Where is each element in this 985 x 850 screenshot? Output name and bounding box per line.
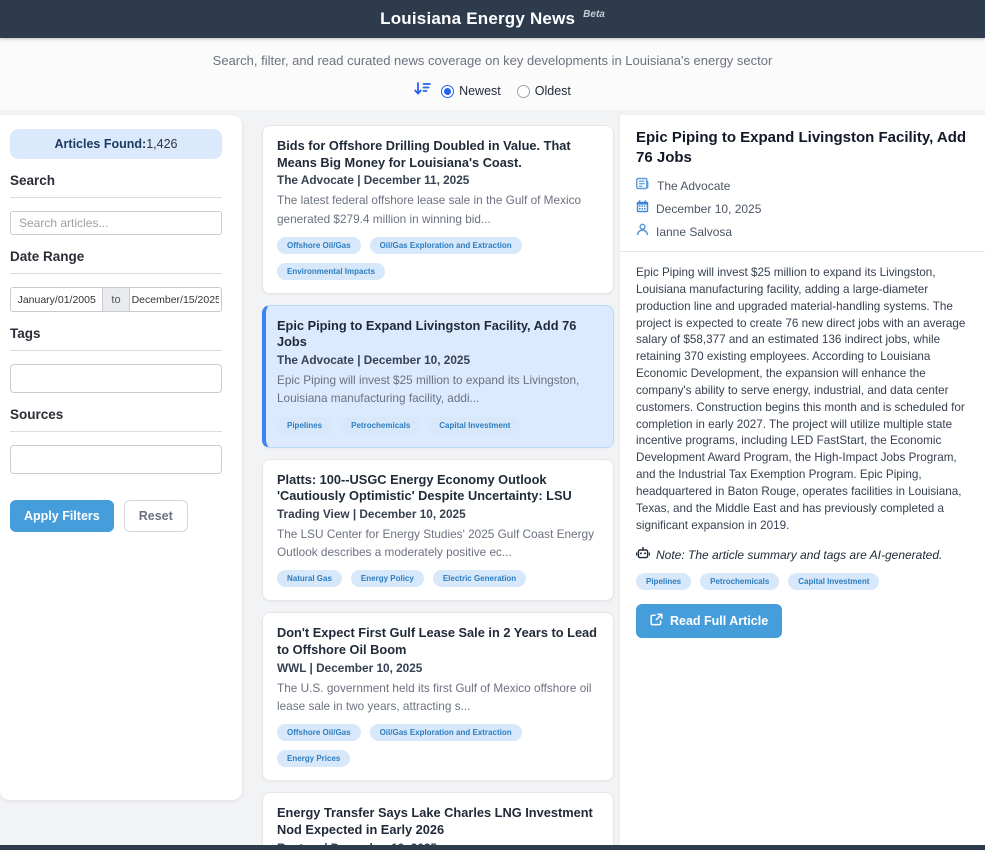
tag-pill: Energy Policy — [351, 570, 424, 587]
detail-author: Ianne Salvosa — [656, 225, 732, 239]
apply-filters-button[interactable]: Apply Filters — [10, 500, 114, 532]
date-range-heading: Date Range — [10, 249, 222, 264]
tags-heading: Tags — [10, 326, 222, 341]
page-subtitle: Search, filter, and read curated news co… — [0, 53, 985, 68]
article-card-title: Platts: 100--USGC Energy Economy Outlook… — [277, 472, 599, 505]
tag-pill: Oil/Gas Exploration and Extraction — [370, 724, 522, 741]
reset-button[interactable]: Reset — [124, 500, 188, 532]
app-title: Louisiana Energy News — [380, 9, 575, 29]
sort-newest-label: Newest — [459, 84, 501, 98]
detail-tags: Pipelines Petrochemicals Capital Investmen… — [636, 573, 969, 590]
sort-controls: Newest Oldest — [0, 81, 985, 101]
article-card-source-date: The Advocate | December 11, 2025 — [277, 173, 599, 187]
article-card-title: Don't Expect First Gulf Lease Sale in 2 … — [277, 625, 599, 658]
sort-oldest-radio[interactable]: Oldest — [517, 84, 571, 98]
sub-header: Search, filter, and read curated news co… — [0, 38, 985, 110]
external-link-icon — [650, 613, 663, 629]
tag-pill: Petrochemicals — [700, 573, 779, 590]
article-card-tags: Offshore Oil/Gas Oil/Gas Exploration and … — [277, 724, 599, 767]
sort-radio-group: Newest Oldest — [441, 84, 571, 98]
divider — [10, 350, 222, 351]
sources-heading: Sources — [10, 407, 222, 422]
tag-pill: Offshore Oil/Gas — [277, 724, 361, 741]
sources-input[interactable] — [10, 445, 222, 474]
date-to-input[interactable] — [130, 287, 222, 312]
article-card[interactable]: Don't Expect First Gulf Lease Sale in 2 … — [262, 612, 614, 781]
ai-note-text: Note: The article summary and tags are A… — [656, 548, 942, 562]
tag-pill: Environmental Impacts — [277, 263, 385, 280]
date-separator-label: to — [102, 287, 129, 312]
article-card-snippet: The latest federal offshore lease sale i… — [277, 191, 599, 228]
sort-newest-radio[interactable]: Newest — [441, 84, 501, 98]
article-card[interactable]: Platts: 100--USGC Energy Economy Outlook… — [262, 459, 614, 602]
tag-pill: Capital Investment — [788, 573, 879, 590]
tag-pill: Petrochemicals — [341, 417, 420, 434]
tag-pill: Energy Prices — [277, 750, 350, 767]
robot-icon — [636, 546, 650, 564]
article-card-title: Bids for Offshore Drilling Doubled in Va… — [277, 138, 599, 171]
article-card-snippet: Epic Piping will invest $25 million to e… — [277, 371, 599, 408]
sort-oldest-label: Oldest — [535, 84, 571, 98]
date-from-input[interactable] — [10, 287, 102, 312]
read-full-article-button[interactable]: Read Full Article — [636, 604, 782, 638]
article-card[interactable]: Energy Transfer Says Lake Charles LNG In… — [262, 792, 614, 850]
article-list[interactable]: Bids for Offshore Drilling Doubled in Va… — [248, 115, 620, 850]
filter-sidebar: Articles Found:1,426 Search Date Range t… — [0, 115, 242, 800]
tag-pill: Electric Generation — [433, 570, 526, 587]
article-detail-panel: Epic Piping to Expand Livingston Facilit… — [620, 115, 985, 845]
tag-pill: Capital Investment — [429, 417, 520, 434]
calendar-icon — [636, 200, 649, 218]
divider — [10, 273, 222, 274]
article-card-snippet: The U.S. government held its first Gulf … — [277, 679, 599, 716]
newspaper-icon — [636, 177, 650, 195]
tag-pill: Natural Gas — [277, 570, 342, 587]
article-card-source-date: WWL | December 10, 2025 — [277, 661, 599, 675]
divider — [10, 197, 222, 198]
ai-note: Note: The article summary and tags are A… — [636, 546, 969, 564]
detail-title: Epic Piping to Expand Livingston Facilit… — [636, 128, 969, 167]
article-card[interactable]: Epic Piping to Expand Livingston Facilit… — [262, 305, 614, 448]
articles-found-value: 1,426 — [146, 137, 177, 151]
divider — [10, 431, 222, 432]
date-range-group: to — [10, 287, 222, 312]
footer-strip — [0, 845, 985, 850]
radio-checked-icon[interactable] — [441, 85, 454, 98]
articles-found-badge: Articles Found:1,426 — [10, 129, 222, 159]
detail-summary: Epic Piping will invest $25 million to e… — [636, 265, 969, 535]
person-icon — [636, 223, 649, 241]
article-card-title: Epic Piping to Expand Livingston Facilit… — [277, 318, 599, 351]
article-card-snippet: The LSU Center for Energy Studies' 2025 … — [277, 525, 599, 562]
article-card-source-date: Trading View | December 10, 2025 — [277, 507, 599, 521]
tag-pill: Oil/Gas Exploration and Extraction — [370, 237, 522, 254]
detail-meta: The Advocate December 10, 2025 — [636, 177, 969, 241]
divider — [620, 251, 985, 252]
tag-pill: Pipelines — [277, 417, 332, 434]
beta-badge: Beta — [583, 9, 605, 20]
article-card-tags: Offshore Oil/Gas Oil/Gas Exploration and … — [277, 237, 599, 280]
radio-unchecked-icon[interactable] — [517, 85, 530, 98]
detail-date: December 10, 2025 — [656, 202, 761, 216]
read-full-article-label: Read Full Article — [670, 614, 768, 628]
tags-input[interactable] — [10, 364, 222, 393]
article-card[interactable]: Bids for Offshore Drilling Doubled in Va… — [262, 125, 614, 294]
tag-pill: Offshore Oil/Gas — [277, 237, 361, 254]
article-card-source-date: The Advocate | December 10, 2025 — [277, 353, 599, 367]
article-card-title: Energy Transfer Says Lake Charles LNG In… — [277, 805, 599, 838]
detail-source: The Advocate — [657, 179, 730, 193]
article-card-tags: Pipelines Petrochemicals Capital Investmen… — [277, 417, 599, 434]
sort-descending-icon — [414, 81, 431, 101]
search-input[interactable] — [10, 211, 222, 235]
articles-found-label: Articles Found: — [55, 137, 147, 151]
search-heading: Search — [10, 173, 222, 188]
app-header: Louisiana Energy News Beta — [0, 0, 985, 38]
tag-pill: Pipelines — [636, 573, 691, 590]
article-card-tags: Natural Gas Energy Policy Electric Generat… — [277, 570, 599, 587]
